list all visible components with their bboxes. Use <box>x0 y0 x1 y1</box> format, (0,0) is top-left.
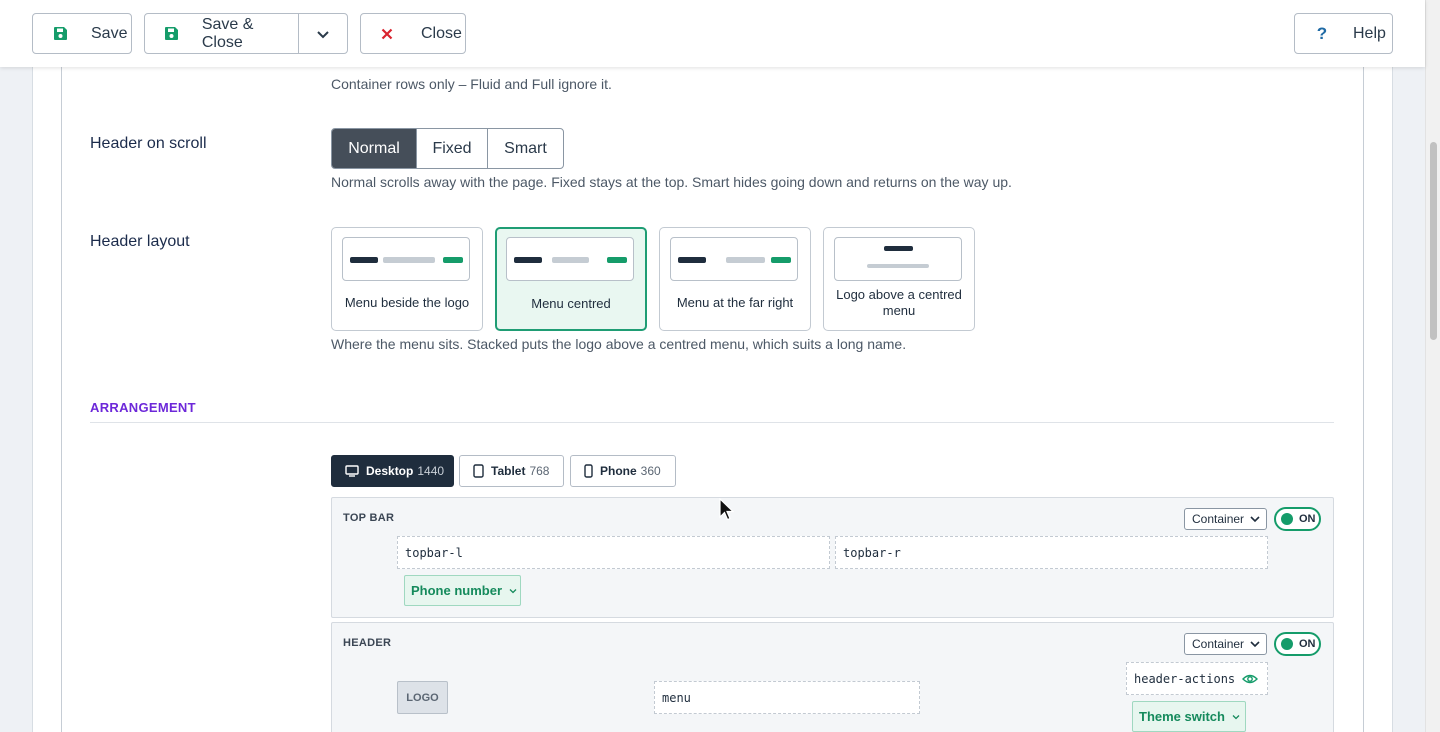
layout-preview <box>506 237 634 281</box>
layout-preview <box>342 237 470 281</box>
save-icon <box>164 26 180 42</box>
save-icon <box>52 26 68 42</box>
device-tab-label: Desktop <box>366 464 414 478</box>
desktop-icon <box>345 465 359 477</box>
device-tab-tablet[interactable]: Tablet 768 <box>459 455 564 487</box>
row-title: TOP BAR <box>343 512 395 524</box>
layout-caption: Logo above a centred menu <box>836 287 962 318</box>
chip-label: Theme switch <box>1139 709 1225 724</box>
layout-card-far-right[interactable]: Menu at the far right <box>659 227 811 331</box>
help-button[interactable]: ? Help <box>1294 13 1393 54</box>
page-scrollbar[interactable] <box>1425 0 1440 732</box>
save-close-label: Save & Close <box>201 15 254 51</box>
section-divider <box>90 422 1334 423</box>
layout-caption: Menu beside the logo <box>344 295 470 310</box>
mouse-cursor-icon <box>719 497 735 527</box>
slot-topbar-left[interactable]: topbar-l <box>397 536 830 569</box>
slot-menu[interactable]: menu <box>654 681 920 714</box>
header-layout-help: Where the menu sits. Stacked puts the lo… <box>331 336 907 352</box>
slot-label: header-actions <box>1134 671 1236 686</box>
logo-block[interactable]: LOGO <box>397 681 448 714</box>
header-on-scroll-label: Header on scroll <box>90 135 207 152</box>
layout-preview <box>834 237 962 281</box>
layout-caption: Menu at the far right <box>676 295 794 310</box>
toggle-label: ON <box>1299 638 1316 650</box>
save-label: Save <box>91 24 128 42</box>
device-tab-label: Phone <box>600 464 637 478</box>
device-tab-width: 360 <box>640 464 661 478</box>
chevron-down-icon <box>1249 513 1261 528</box>
toggle-label: ON <box>1299 513 1316 525</box>
device-tab-phone[interactable]: Phone 360 <box>570 455 676 487</box>
chevron-down-icon <box>1231 712 1241 722</box>
block-chip-phone-number[interactable]: Phone number <box>404 575 521 606</box>
toggle-knob <box>1281 638 1293 650</box>
help-label: Help <box>1353 24 1386 42</box>
scroll-option-normal[interactable]: Normal <box>332 129 417 168</box>
save-options-dropdown[interactable] <box>299 14 347 53</box>
layout-card-beside[interactable]: Menu beside the logo <box>331 227 483 331</box>
toolbar: Save Save & Close Close ? Help <box>0 0 1425 67</box>
layout-preview <box>670 237 798 281</box>
chevron-down-icon <box>1249 638 1261 653</box>
save-close-button-group: Save & Close <box>144 13 348 54</box>
scroll-option-smart[interactable]: Smart <box>488 129 563 168</box>
header-on-scroll-control: Normal Fixed Smart <box>331 128 564 169</box>
toggle-knob <box>1281 513 1293 525</box>
device-tab-width: 1440 <box>417 464 445 478</box>
layout-card-stacked[interactable]: Logo above a centred menu <box>823 227 975 331</box>
header-on-scroll-help: Normal scrolls away with the page. Fixed… <box>331 174 1012 190</box>
close-label: Close <box>421 24 462 42</box>
select-value: Container <box>1192 637 1245 651</box>
tablet-icon <box>473 464 484 478</box>
layout-card-centred[interactable]: Menu centred <box>495 227 647 331</box>
row-width-select[interactable]: Container <box>1184 633 1267 655</box>
device-tab-desktop[interactable]: Desktop 1440 <box>331 455 454 487</box>
scrollbar-thumb[interactable] <box>1430 142 1437 340</box>
chevron-down-icon <box>316 27 330 41</box>
row-visibility-toggle[interactable]: ON <box>1274 507 1321 531</box>
select-value: Container <box>1192 512 1245 526</box>
slot-header-actions[interactable]: header-actions <box>1126 662 1268 695</box>
save-button[interactable]: Save <box>32 13 132 54</box>
chevron-down-icon <box>508 586 518 596</box>
chip-label: Phone number <box>411 583 503 598</box>
row-visibility-toggle[interactable]: ON <box>1274 632 1321 656</box>
row-width-select[interactable]: Container <box>1184 508 1267 530</box>
top-bar-row: TOP BAR Container ON topbar-l topbar-r P… <box>331 497 1334 618</box>
question-icon: ? <box>1316 23 1328 43</box>
phone-icon <box>584 464 593 478</box>
device-tab-label: Tablet <box>491 464 526 478</box>
arrangement-heading: ARRANGEMENT <box>90 400 196 415</box>
block-chip-theme-switch[interactable]: Theme switch <box>1132 701 1246 732</box>
header-layout-label: Header layout <box>90 233 190 250</box>
header-row: HEADER Container ON menu header-actions … <box>331 622 1334 732</box>
close-button[interactable]: Close <box>360 13 466 54</box>
close-icon <box>379 26 395 42</box>
device-tab-width: 768 <box>529 464 550 478</box>
layout-caption: Menu centred <box>531 296 611 311</box>
scroll-option-fixed[interactable]: Fixed <box>417 129 488 168</box>
row-title: HEADER <box>343 637 392 649</box>
width-help-text: Container rows only – Fluid and Full ign… <box>331 76 612 92</box>
slot-topbar-right[interactable]: topbar-r <box>835 536 1268 569</box>
eye-icon[interactable] <box>1242 673 1258 685</box>
save-close-button[interactable]: Save & Close <box>145 14 299 53</box>
